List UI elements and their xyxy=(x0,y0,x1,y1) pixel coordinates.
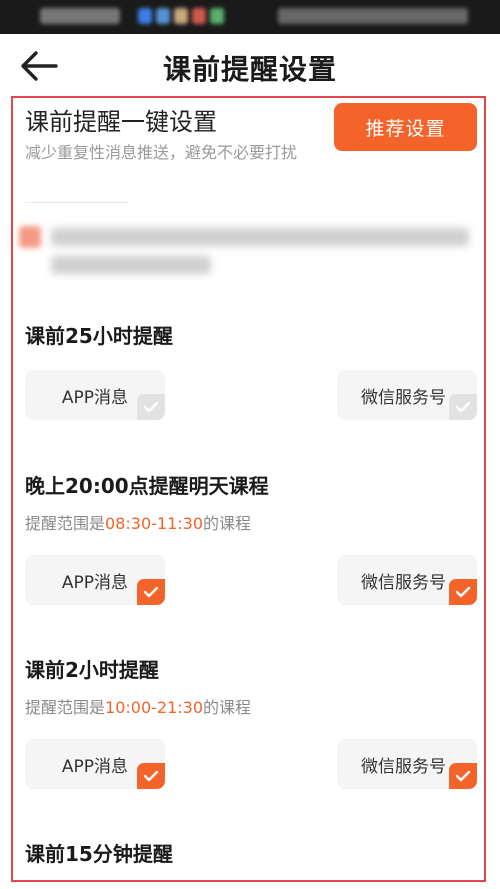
top-app-bar: 课前提醒设置 xyxy=(0,34,500,96)
notice-icon xyxy=(19,226,41,248)
section-title-25h: 课前25小时提醒 xyxy=(25,324,173,348)
section-desc-2h: 提醒范围是10:00-21:30的课程 xyxy=(25,698,252,717)
section-title-15m: 课前15分钟提醒 xyxy=(25,842,173,866)
section-title-evening: 晚上20:00点提醒明天课程 xyxy=(25,474,269,498)
section-desc-evening: 提醒范围是08:30-11:30的课程 xyxy=(25,514,252,533)
option-wechat-service-25h[interactable]: 微信服务号 xyxy=(337,370,477,420)
checkbox-checked-icon xyxy=(137,763,165,789)
one-key-title: 课前提醒一键设置 xyxy=(25,108,217,136)
time-range: 10:00-21:30 xyxy=(105,698,204,717)
checkbox-checked-icon xyxy=(449,579,477,605)
checkbox-unchecked-icon xyxy=(449,394,477,420)
checkbox-unchecked-icon xyxy=(137,394,165,420)
section-title-2h: 课前2小时提醒 xyxy=(25,658,159,682)
settings-panel: 课前提醒一键设置 减少重复性消息推送，避免不必要打扰 推荐设置 课前25小时提醒… xyxy=(11,96,486,882)
recommend-settings-button[interactable]: 推荐设置 xyxy=(334,103,477,151)
option-app-message-25h[interactable]: APP消息 xyxy=(25,370,165,420)
blurred-notice xyxy=(19,220,479,280)
option-wechat-service-2h[interactable]: 微信服务号 xyxy=(337,739,477,789)
option-app-message-evening[interactable]: APP消息 xyxy=(25,555,165,605)
option-app-message-2h[interactable]: APP消息 xyxy=(25,739,165,789)
option-wechat-service-evening[interactable]: 微信服务号 xyxy=(337,555,477,605)
checkbox-checked-icon xyxy=(449,763,477,789)
status-bar xyxy=(0,0,500,34)
one-key-description: 减少重复性消息推送，避免不必要打扰 xyxy=(25,143,298,162)
page-title: 课前提醒设置 xyxy=(162,53,337,86)
divider xyxy=(25,202,129,203)
time-range: 08:30-11:30 xyxy=(105,514,204,533)
checkbox-checked-icon xyxy=(137,579,165,605)
